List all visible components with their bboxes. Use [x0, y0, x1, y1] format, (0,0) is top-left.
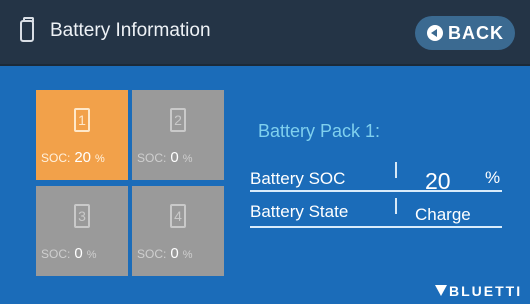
soc-unit: %	[182, 153, 193, 165]
row-divider	[395, 162, 397, 178]
battery-pack-icon: 4	[170, 204, 186, 228]
bluetti-logo-icon	[435, 285, 447, 296]
battery-pack-icon: 2	[170, 108, 186, 132]
selected-pack-title: Battery Pack 1:	[258, 121, 381, 141]
soc-label: SOC:	[41, 247, 71, 261]
header-bar: Battery Information BACK	[0, 0, 530, 66]
soc-value: 0	[170, 245, 179, 262]
pack-soc: SOC: 0%	[41, 245, 96, 263]
battery-pack-icon: 3	[74, 204, 90, 228]
back-button[interactable]: BACK	[415, 16, 515, 50]
soc-value: 20	[74, 149, 92, 166]
row-underline	[250, 226, 502, 228]
battery-pack-icon: 1	[74, 108, 90, 132]
battery-soc-label: Battery SOC	[250, 169, 346, 188]
battery-soc-unit: %	[485, 168, 501, 187]
pack-soc: SOC: 20%	[41, 149, 105, 167]
battery-icon	[20, 17, 34, 42]
soc-label: SOC:	[137, 247, 167, 261]
back-arrow-icon	[427, 25, 443, 41]
battery-pack-tile-4[interactable]: 4 SOC: 0%	[132, 186, 224, 276]
pack-number: 3	[78, 208, 86, 224]
battery-pack-tile-2[interactable]: 2 SOC: 0%	[132, 90, 224, 180]
battery-information-screen: Battery Information BACK 1 SOC: 20% 2 SOC…	[0, 0, 530, 304]
soc-value: 0	[74, 245, 83, 262]
pack-soc: SOC: 0%	[137, 245, 192, 263]
pack-soc: SOC: 0%	[137, 149, 192, 167]
pack-number: 2	[174, 112, 182, 128]
page-title: Battery Information	[50, 20, 211, 41]
soc-label: SOC:	[41, 151, 71, 165]
soc-value: 0	[170, 149, 179, 166]
soc-unit: %	[182, 249, 193, 261]
battery-state-value: Charge	[415, 205, 471, 224]
battery-state-label: Battery State	[250, 202, 349, 221]
pack-number: 4	[174, 208, 182, 224]
brand-logo: BLUETTI	[449, 283, 523, 299]
battery-pack-grid: 1 SOC: 20% 2 SOC: 0% 3 SOC: 0% 4 SOC: 0%	[36, 90, 228, 278]
soc-unit: %	[86, 249, 97, 261]
row-divider	[395, 198, 397, 214]
pack-number: 1	[78, 112, 86, 128]
battery-pack-tile-3[interactable]: 3 SOC: 0%	[36, 186, 128, 276]
soc-unit: %	[95, 153, 105, 165]
soc-label: SOC:	[137, 151, 167, 165]
battery-pack-tile-1[interactable]: 1 SOC: 20%	[36, 90, 128, 180]
row-underline	[250, 190, 502, 192]
back-button-label: BACK	[448, 23, 504, 43]
